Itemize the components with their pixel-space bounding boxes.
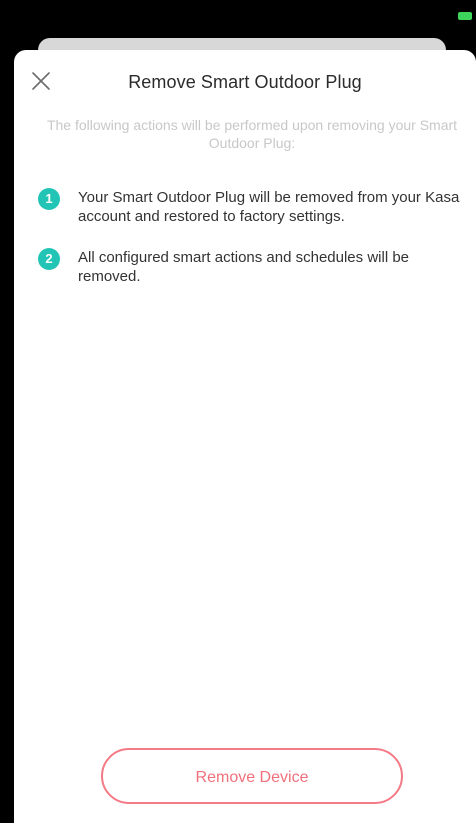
steps-list: 1 Your Smart Outdoor Plug will be remove… xyxy=(26,188,464,308)
step-text: All configured smart actions and schedul… xyxy=(78,249,410,285)
step-text: Your Smart Outdoor Plug will be removed … xyxy=(78,189,460,225)
status-bar xyxy=(0,0,476,40)
subtitle: The following actions will be performed … xyxy=(46,117,458,151)
step-2: 2 All configured smart actions and sched… xyxy=(26,248,464,286)
step-number-badge: 1 xyxy=(38,188,60,210)
remove-device-sheet: Remove Smart Outdoor Plug The following … xyxy=(14,50,476,823)
step-number-badge: 2 xyxy=(38,248,60,270)
remove-device-button[interactable]: Remove Device xyxy=(101,748,403,804)
battery-icon xyxy=(458,12,472,20)
page-title: Remove Smart Outdoor Plug xyxy=(128,72,362,92)
step-1: 1 Your Smart Outdoor Plug will be remove… xyxy=(26,188,464,226)
